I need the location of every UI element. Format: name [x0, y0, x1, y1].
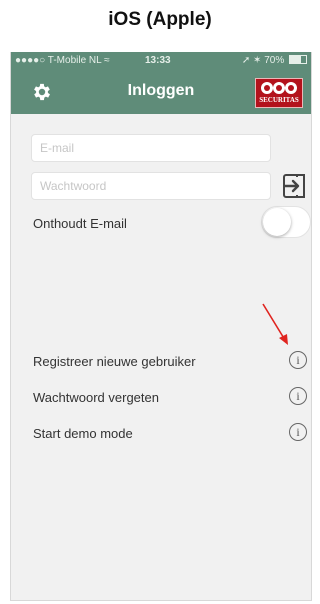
remember-email-label: Onthoudt E-mail [33, 216, 127, 231]
wifi-icon: ≈ [104, 55, 110, 66]
clock: 13:33 [145, 55, 171, 66]
battery-percent: 70% [264, 55, 285, 66]
info-icon[interactable]: i [289, 423, 307, 441]
carrier-group: ●●●●○ T-Mobile NL ≈ [15, 55, 110, 66]
securitas-logo: SECURITAS [255, 78, 303, 108]
gear-icon[interactable] [31, 81, 53, 103]
logo-rings [261, 82, 297, 94]
menu-item-forgot-password[interactable]: Wachtwoord vergeten i [33, 387, 311, 408]
menu-item-label: Registreer nieuwe gebruiker [33, 354, 196, 369]
logo-text: SECURITAS [259, 96, 299, 104]
menu-item-demo-mode[interactable]: Start demo mode i [33, 423, 311, 444]
remember-email-toggle[interactable] [261, 206, 311, 238]
info-icon[interactable]: i [289, 387, 307, 405]
password-input[interactable] [31, 172, 271, 200]
location-arrow-icon: ➚ [241, 55, 251, 66]
phone-screen: ●●●●○ T-Mobile NL ≈ 13:33 ➚ ✶ 70% Inlogg… [10, 52, 312, 601]
battery-icon [289, 55, 307, 64]
login-arrow-icon[interactable] [281, 172, 307, 200]
status-right-group: ➚ ✶ 70% [242, 55, 307, 66]
page-title: Inloggen [127, 82, 195, 99]
status-bar: ●●●●○ T-Mobile NL ≈ 13:33 ➚ ✶ 70% [11, 52, 311, 70]
bluetooth-icon: ✶ [253, 55, 262, 66]
annotation-arrow-icon [262, 303, 288, 345]
info-icon[interactable]: i [289, 351, 307, 369]
menu-item-register[interactable]: Registreer nieuwe gebruiker i [33, 351, 311, 372]
battery-fill [290, 56, 302, 63]
carrier-label: ●●●●○ T-Mobile NL [15, 55, 102, 66]
toggle-knob [263, 208, 291, 236]
email-input[interactable] [31, 134, 271, 162]
menu-item-label: Wachtwoord vergeten [33, 390, 159, 405]
navigation-bar: Inloggen SECURITAS [11, 70, 311, 114]
menu-item-label: Start demo mode [33, 426, 133, 441]
screenshot-caption: iOS (Apple) [108, 9, 212, 30]
